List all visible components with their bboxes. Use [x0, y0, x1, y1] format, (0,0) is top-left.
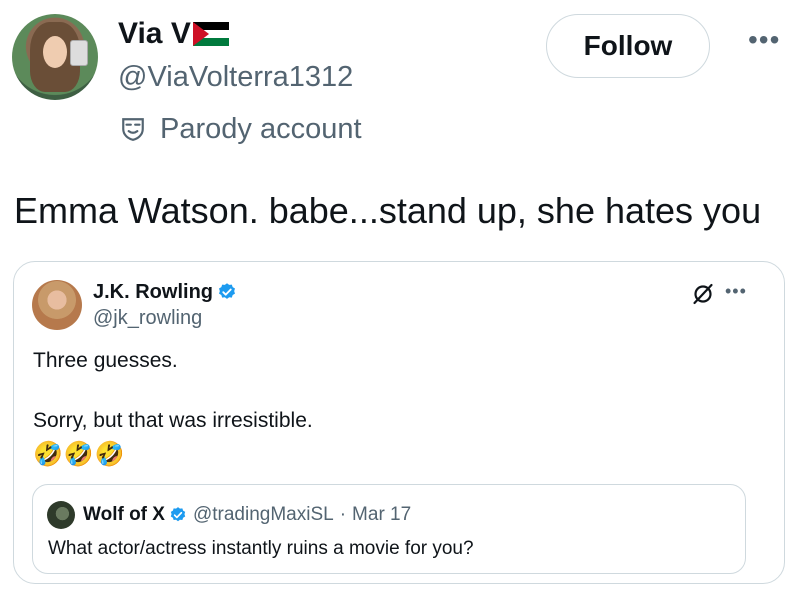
follow-button[interactable]: Follow [546, 14, 710, 78]
parody-label-text: Parody account [160, 113, 362, 145]
quoted-tweet-card[interactable]: J.K. Rowling @jk_rowling ••• Three guess… [13, 261, 785, 584]
tweet-text: Emma Watson. babe...stand up, she hates … [14, 190, 762, 231]
author-avatar[interactable] [12, 14, 98, 100]
inner-author-row: Wolf of X @tradingMaxiSL · Mar 17 [83, 503, 411, 527]
avatar-face [43, 36, 67, 68]
laughing-emoji: 🤣🤣🤣 [33, 440, 126, 468]
parody-label: Parody account [118, 112, 362, 146]
palestine-flag-icon [192, 22, 229, 46]
quote-author-name[interactable]: J.K. Rowling [93, 280, 213, 304]
inner-date[interactable]: Mar 17 [352, 503, 411, 527]
author-name-row[interactable]: Via V [118, 16, 229, 52]
inner-author-handle[interactable]: @tradingMaxiSL [193, 503, 334, 527]
quote-text-line2: Sorry, but that was irresistible. [33, 409, 313, 432]
author-handle[interactable]: @ViaVolterra1312 [118, 60, 353, 94]
avatar-phone [70, 40, 88, 66]
quote-author-name-row[interactable]: J.K. Rowling [93, 280, 237, 304]
grok-icon[interactable] [691, 282, 715, 306]
inner-tweet-text: What actor/actress instantly ruins a mov… [48, 538, 474, 559]
inner-separator: · [339, 504, 347, 525]
quote-text-line1: Three guesses. [33, 349, 178, 372]
verified-badge-icon [219, 283, 235, 299]
inner-quoted-tweet[interactable]: Wolf of X @tradingMaxiSL · Mar 17 What a… [32, 484, 746, 574]
author-name[interactable]: Via V [118, 16, 191, 52]
quote-author-avatar[interactable] [32, 280, 82, 330]
quote-author-handle[interactable]: @jk_rowling [93, 306, 202, 330]
inner-verified-badge-icon [170, 507, 186, 522]
parody-mask-icon [122, 118, 144, 141]
quote-more-icon[interactable]: ••• [725, 282, 747, 300]
more-options-icon[interactable]: ••• [748, 26, 780, 54]
inner-author-name[interactable]: Wolf of X [83, 503, 165, 527]
inner-author-avatar[interactable] [47, 501, 75, 529]
